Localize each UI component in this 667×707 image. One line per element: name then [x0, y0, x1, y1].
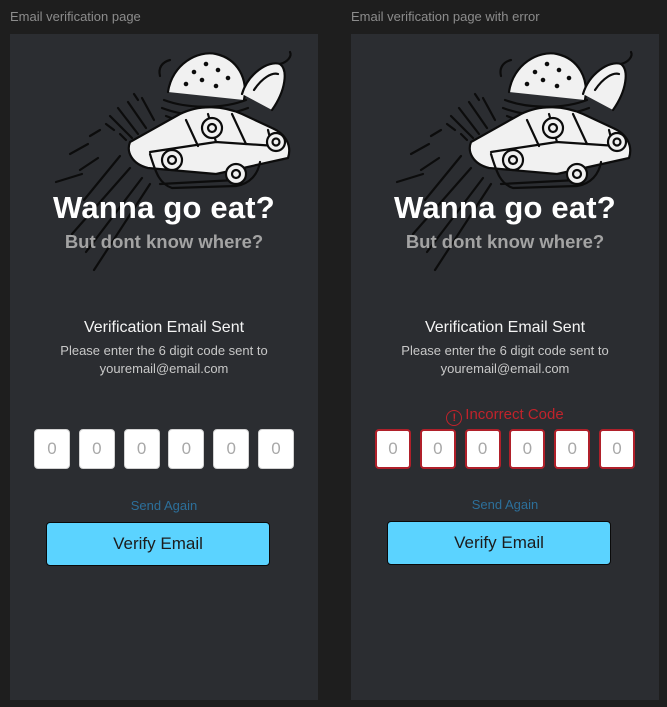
code-input-group: 0 0 0 0 0 0 [375, 429, 635, 469]
code-digit-6[interactable]: 0 [599, 429, 635, 469]
code-digit-4[interactable]: 0 [509, 429, 546, 469]
send-again-link[interactable]: Send Again [10, 498, 318, 513]
verification-description: Please enter the 6 digit code sent to yo… [351, 342, 659, 378]
verification-title: Verification Email Sent [424, 319, 586, 336]
verification-instructions: Please enter the 6 digit code sent to [60, 343, 268, 358]
alert-circle-icon: ! [446, 410, 463, 426]
verification-frame: Wanna go eat? But dont know where? Verif… [10, 34, 318, 700]
verification-title: Verification Email Sent [83, 319, 245, 336]
code-digit-5[interactable]: 0 [554, 429, 591, 469]
error-text: Incorrect Code [465, 406, 564, 423]
verify-email-button[interactable]: Verify Email [387, 521, 611, 565]
headline: Wanna go eat? [394, 190, 616, 225]
code-digit-2[interactable]: 0 [419, 429, 456, 469]
frame-label-verification: Email verification page [10, 9, 141, 24]
code-digit-1[interactable]: 0 [375, 429, 411, 469]
verify-email-button[interactable]: Verify Email [46, 522, 270, 566]
verification-email: youremail@email.com [99, 361, 229, 376]
frame-label-verification-error: Email verification page with error [351, 9, 540, 24]
food-car-illustration-icon [395, 50, 633, 272]
code-digit-3[interactable]: 0 [123, 429, 160, 469]
food-car-illustration-icon [54, 50, 292, 272]
verification-error-frame: Wanna go eat? But dont know where? Verif… [351, 34, 659, 700]
code-digit-6[interactable]: 0 [258, 429, 294, 469]
subheadline: But dont know where? [64, 231, 264, 252]
code-digit-3[interactable]: 0 [464, 429, 501, 469]
headline: Wanna go eat? [53, 190, 275, 225]
error-message: ! Incorrect Code [351, 406, 659, 426]
verification-instructions: Please enter the 6 digit code sent to [401, 343, 609, 358]
code-input-group: 0 0 0 0 0 0 [34, 429, 294, 469]
verification-description: Please enter the 6 digit code sent to yo… [10, 342, 318, 378]
code-digit-1[interactable]: 0 [34, 429, 70, 469]
code-digit-4[interactable]: 0 [168, 429, 205, 469]
verification-email: youremail@email.com [440, 361, 570, 376]
send-again-link[interactable]: Send Again [351, 497, 659, 512]
subheadline: But dont know where? [405, 231, 605, 252]
code-digit-2[interactable]: 0 [78, 429, 115, 469]
code-digit-5[interactable]: 0 [213, 429, 250, 469]
